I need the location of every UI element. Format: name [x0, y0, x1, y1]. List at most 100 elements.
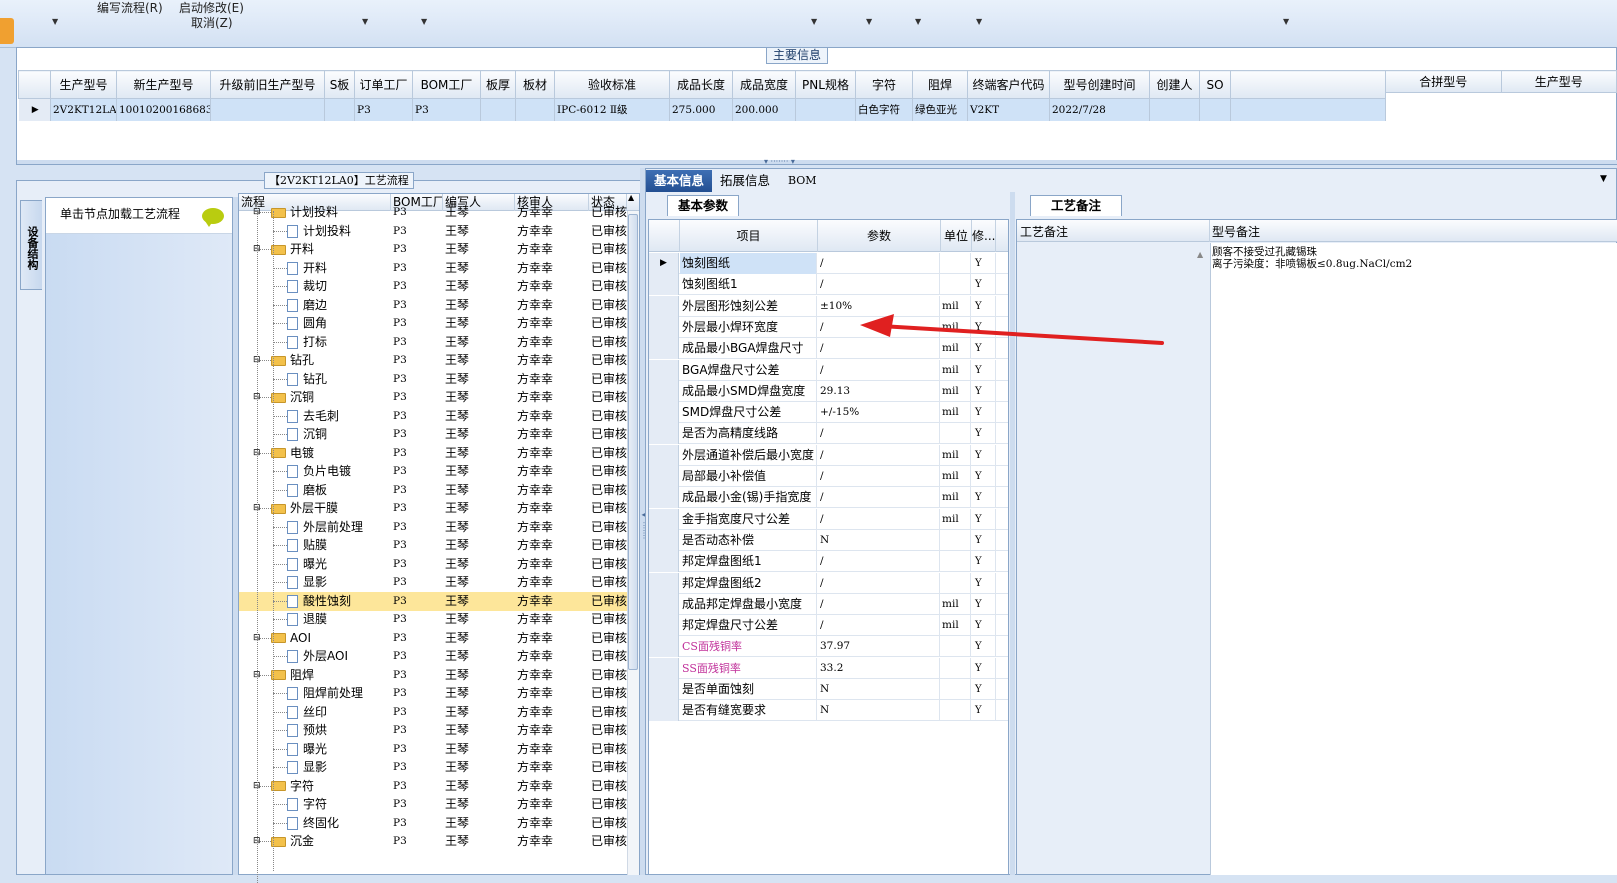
col-main-15[interactable]: 型号创建时间 — [1049, 70, 1150, 99]
main-cell-5[interactable]: P3 — [412, 98, 481, 121]
col-model-remark[interactable]: 型号备注 — [1212, 223, 1260, 240]
flow-name-cell[interactable]: 磨板 — [287, 481, 327, 500]
param-flag-cell[interactable]: Y — [972, 402, 996, 424]
param-value-cell[interactable]: / — [818, 423, 940, 445]
tab-extended-info[interactable]: 拓展信息 — [712, 170, 778, 192]
row-selector[interactable] — [649, 529, 679, 551]
col-main-17[interactable]: SO — [1199, 70, 1231, 99]
param-unit-cell[interactable] — [941, 636, 971, 658]
param-value-cell[interactable]: / — [818, 466, 940, 487]
row-selector[interactable] — [649, 274, 679, 296]
flow-name-cell[interactable]: 计划投料 — [287, 222, 351, 241]
col-main-6[interactable]: 板厚 — [480, 70, 516, 99]
row-selector[interactable] — [649, 657, 679, 679]
flow-name-cell[interactable]: 负片电镀 — [287, 462, 351, 481]
param-row[interactable]: 成品最小金(锡)手指宽度 / mil Y — [649, 487, 1008, 509]
param-flag-cell[interactable]: Y — [972, 487, 996, 509]
param-unit-cell[interactable]: mil — [941, 593, 971, 615]
flow-name-cell[interactable]: 沉金 — [271, 832, 314, 851]
scroll-up-icon[interactable]: ▲ — [1197, 250, 1203, 259]
param-item-cell[interactable]: BGA焊盘尺寸公差 — [680, 359, 817, 381]
param-unit-cell[interactable]: mil — [941, 402, 971, 424]
flow-name-cell[interactable]: 外层干膜 — [271, 499, 338, 518]
flow-name-cell[interactable]: 裁切 — [287, 277, 327, 296]
param-flag-cell[interactable]: Y — [972, 551, 996, 573]
flow-name-cell[interactable]: 开料 — [287, 259, 327, 278]
param-item-cell[interactable]: 外层最小焊环宽度 — [680, 316, 817, 338]
param-row[interactable]: 成品邦定焊盘最小宽度 / mil Y — [649, 593, 1008, 615]
param-value-cell[interactable]: 37.97 — [818, 636, 940, 658]
flow-name-cell[interactable]: 阻焊 — [271, 666, 314, 685]
main-cell-2[interactable] — [210, 98, 325, 121]
param-row[interactable]: 是否为高精度线路 / Y — [649, 423, 1008, 445]
flow-name-cell[interactable]: 丝印 — [287, 703, 327, 722]
param-item-cell[interactable]: CS面残铜率 — [680, 636, 817, 658]
main-cell-17[interactable] — [1199, 98, 1231, 121]
param-row[interactable]: 是否单面蚀刻 N Y — [649, 679, 1008, 700]
row-selector[interactable] — [649, 508, 679, 530]
flow-row[interactable]: 负片电镀 P3 王琴 方幸幸 已审核 — [239, 462, 627, 481]
param-value-cell[interactable]: +/-15% — [818, 402, 940, 424]
row-selector[interactable] — [649, 423, 679, 445]
flow-row[interactable]: 外层AOI P3 王琴 方幸幸 已审核 — [239, 647, 627, 666]
main-cell-0[interactable]: 2V2KT12LA0 — [50, 98, 117, 121]
flow-name-cell[interactable]: 钻孔 — [271, 351, 314, 370]
flow-row[interactable]: 显影 P3 王琴 方幸幸 已审核 — [239, 758, 627, 777]
param-item-cell[interactable]: 是否单面蚀刻 — [680, 679, 817, 700]
tab-bom[interactable]: BOM — [780, 170, 825, 192]
row-selector[interactable] — [649, 295, 679, 317]
col-main-12[interactable]: 字符 — [855, 70, 913, 99]
param-row[interactable]: 成品最小SMD焊盘宽度 29.13 mil Y — [649, 380, 1008, 402]
col-value[interactable]: 参数 — [818, 220, 941, 252]
flow-name-cell[interactable]: 字符 — [271, 777, 314, 796]
horizontal-splitter[interactable] — [17, 160, 1617, 164]
row-selector[interactable] — [649, 593, 679, 615]
row-selector[interactable] — [649, 615, 679, 637]
col-main-1[interactable]: 新生产型号 — [116, 70, 211, 99]
param-unit-cell[interactable]: mil — [941, 359, 971, 381]
col-main-3[interactable]: S板 — [324, 70, 355, 99]
row-selector[interactable] — [649, 444, 679, 466]
param-item-cell[interactable]: 邦定焊盘尺寸公差 — [680, 615, 817, 637]
param-row[interactable]: 邦定焊盘图纸1/ Y — [649, 551, 1008, 573]
scroll-up-icon[interactable]: ▲ — [628, 193, 634, 202]
flow-row[interactable]: ⊟ 计划投料 P3 王琴 方幸幸 已审核 — [239, 203, 627, 222]
flow-row[interactable]: ⊟ 外层干膜 P3 王琴 方幸幸 已审核 — [239, 499, 627, 518]
flow-name-cell[interactable]: 退膜 — [287, 610, 327, 629]
param-flag-cell[interactable]: Y — [972, 508, 996, 530]
main-cell-4[interactable]: P3 — [354, 98, 413, 121]
col-main-10[interactable]: 成品宽度 — [732, 70, 796, 99]
col-unit[interactable]: 单位 — [941, 220, 972, 252]
param-flag-cell[interactable]: Y — [972, 593, 996, 615]
row-selector[interactable] — [649, 380, 679, 402]
flow-row[interactable]: 终固化 P3 王琴 方幸幸 已审核 — [239, 814, 627, 833]
param-unit-cell[interactable]: mil — [941, 444, 971, 466]
param-unit-cell[interactable] — [941, 572, 971, 594]
param-unit-cell[interactable] — [941, 679, 971, 700]
main-cell-12[interactable]: 白色字符 — [855, 98, 913, 121]
col-main-2[interactable]: 升级前旧生产型号 — [210, 70, 325, 99]
param-item-cell[interactable]: 金手指宽度尺寸公差 — [680, 508, 817, 530]
param-unit-cell[interactable] — [941, 529, 971, 551]
flow-row[interactable]: ⊟ 沉金 P3 王琴 方幸幸 已审核 — [239, 832, 627, 851]
flow-row[interactable]: ⊟ 电镀 P3 王琴 方幸幸 已审核 — [239, 444, 627, 463]
flow-row[interactable]: 字符 P3 王琴 方幸幸 已审核 — [239, 795, 627, 814]
param-value-cell[interactable]: 33.2 — [818, 657, 940, 679]
flow-name-cell[interactable]: AOI — [271, 629, 311, 648]
param-item-cell[interactable]: 成品最小BGA焊盘尺寸 — [680, 338, 817, 360]
param-item-cell[interactable]: 外层通道补偿后最小宽度 — [680, 444, 817, 466]
row-selector[interactable] — [649, 679, 679, 700]
param-item-cell[interactable]: 成品邦定焊盘最小宽度 — [680, 593, 817, 615]
param-unit-cell[interactable] — [941, 423, 971, 445]
param-value-cell[interactable]: / — [818, 572, 940, 594]
splitter-grip-icon[interactable]: ▾ ······· ▾ — [764, 157, 795, 166]
param-item-cell[interactable]: SS面残铜率 — [680, 657, 817, 679]
param-value-cell[interactable]: / — [818, 508, 940, 530]
param-item-cell[interactable]: 邦定焊盘图纸2 — [680, 572, 817, 594]
edit-flow-button[interactable]: 编写流程(R) — [97, 0, 163, 16]
main-cell-9[interactable]: 275.000 — [669, 98, 733, 121]
dropdown-arrow-icon[interactable]: ▼ — [976, 17, 982, 26]
param-flag-cell[interactable]: Y — [972, 423, 996, 445]
param-row[interactable]: 邦定焊盘图纸2/ Y — [649, 572, 1008, 594]
dropdown-arrow-icon[interactable]: ▼ — [915, 17, 921, 26]
